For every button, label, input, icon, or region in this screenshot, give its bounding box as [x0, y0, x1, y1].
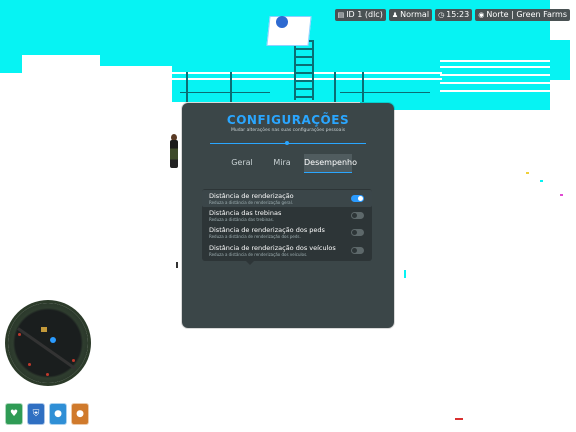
floating-sign [266, 16, 312, 46]
hud-top-bar: ▤ ID 1 (dlc) ♟ Normal ◷ 15:23 ◉ Norte | … [334, 9, 570, 21]
id-card-icon: ▤ [337, 11, 345, 19]
divider-dot [285, 141, 289, 145]
water-icon: ● [49, 403, 67, 425]
player-status: Normal [400, 10, 430, 19]
heart-icon: ♥ [5, 403, 23, 425]
hud-status-chip: ♟ Normal [388, 9, 433, 21]
render-distance-toggle[interactable] [351, 195, 364, 202]
option-description: Reduza a distância de renderização geral… [209, 200, 293, 205]
settings-tabs: Geral Mira Desempenho [224, 154, 357, 173]
game-time: 15:23 [446, 10, 470, 19]
sign-emblem [276, 16, 288, 28]
panel-subtitle: Mudar alterações nas suas configurações … [230, 128, 346, 133]
option-description: Reduza a distância de renderização dos v… [209, 252, 308, 257]
option-vehicle-distance[interactable]: Distância de renderização dos veículos R… [202, 242, 372, 259]
settings-panel: CONFIGURAÇÕES Mudar alterações nas suas … [182, 103, 394, 328]
minimap-blip [28, 363, 31, 366]
option-render-distance[interactable]: Distância de renderização Reduza a distâ… [202, 190, 372, 207]
npc-character [170, 140, 178, 168]
hud-location-chip: ◉ Norte | Green Farms [475, 9, 570, 21]
clock-icon: ◷ [438, 11, 445, 19]
ped-distance-toggle[interactable] [351, 229, 364, 236]
status-bars: ♥ ⛨ ● ● [5, 403, 89, 425]
tree-distance-toggle[interactable] [351, 212, 364, 219]
minimap-building-icon [41, 327, 47, 332]
minimap-player-icon [50, 337, 56, 343]
tab-geral[interactable]: Geral [224, 154, 260, 172]
tower [294, 40, 314, 100]
person-icon: ♟ [391, 11, 399, 19]
tab-desempenho[interactable]: Desempenho [304, 154, 357, 173]
option-tree-distance[interactable]: Distância das trebinas Reduza a distânci… [202, 207, 372, 224]
option-title: Distância de renderização dos peds [209, 226, 325, 234]
hud-time-chip: ◷ 15:23 [435, 9, 473, 21]
option-description: Reduza a distância das trebinas. [209, 217, 274, 222]
minimap-blip [46, 373, 49, 376]
option-title: Distância das trebinas [209, 209, 282, 217]
player-id: ID 1 (dlc) [346, 10, 383, 19]
location-name: Norte | Green Farms [486, 10, 567, 19]
option-title: Distância de renderização [209, 192, 294, 200]
option-title: Distância de renderização dos veículos [209, 244, 336, 252]
hud-id-chip: ▤ ID 1 (dlc) [334, 9, 386, 21]
minimap-blip [72, 359, 75, 362]
list-caret [246, 261, 254, 265]
option-description: Reduza a distância de renderização dos p… [209, 234, 301, 239]
panel-title: CONFIGURAÇÕES [226, 113, 350, 127]
vehicle-distance-toggle[interactable] [351, 247, 364, 254]
location-icon: ◉ [478, 11, 485, 19]
shield-icon: ⛨ [27, 403, 45, 425]
food-icon: ● [71, 403, 89, 425]
option-ped-distance[interactable]: Distância de renderização dos peds Reduz… [202, 224, 372, 241]
waypoint-marker [455, 418, 463, 420]
minimap-blip [18, 333, 21, 336]
minimap-road [17, 327, 77, 370]
options-list: Distância de renderização Reduza a distâ… [202, 189, 372, 261]
minimap [8, 303, 88, 383]
tab-mira[interactable]: Mira [264, 154, 300, 172]
